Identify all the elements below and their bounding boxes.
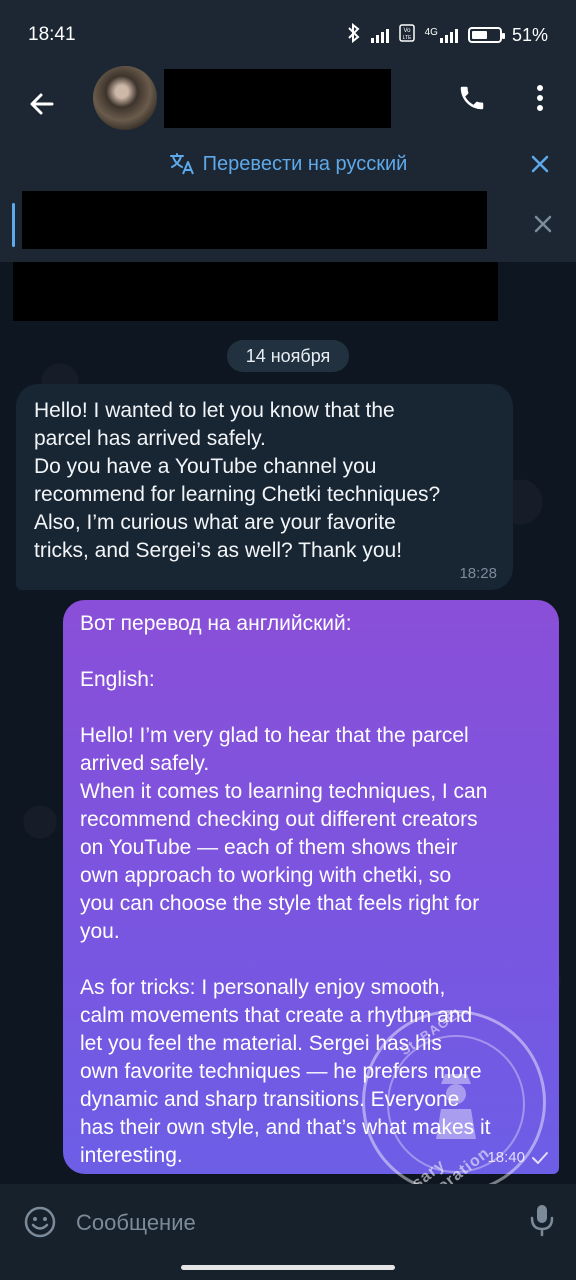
close-icon: [531, 155, 549, 173]
chat-header: [0, 66, 576, 140]
phone-icon: [460, 86, 484, 110]
pinned-indicator: [12, 203, 15, 247]
volte-icon: Vo LTE: [398, 23, 415, 47]
battery-percent: 51%: [511, 24, 548, 45]
more-options-button[interactable]: [520, 78, 560, 118]
translate-close-button[interactable]: [526, 150, 554, 178]
emoji-button[interactable]: [22, 1204, 58, 1240]
date-separator-label: 14 ноября: [245, 345, 331, 366]
status-icons: Vo LTE 4G 51%: [347, 22, 548, 48]
back-button[interactable]: [22, 84, 62, 124]
pinned-close-button[interactable]: [530, 211, 556, 237]
check-icon: [532, 1151, 548, 1164]
incoming-message[interactable]: Hello! I wanted to let you know that the…: [16, 384, 513, 590]
more-vert-icon: [537, 85, 543, 111]
system-nav-bar: [0, 1254, 576, 1280]
contact-avatar[interactable]: [93, 66, 157, 130]
back-arrow-icon: [30, 93, 54, 115]
watermark-stamp: St. BAGEL Rosary Corporation: [362, 1003, 546, 1221]
translate-label: Перевести на русский: [202, 152, 408, 175]
message-input[interactable]: [74, 1206, 478, 1240]
network-type-label: 4G: [424, 27, 438, 38]
redacted-message: [13, 262, 498, 321]
message-text: Hello! I wanted to let you know that the…: [34, 399, 441, 562]
signal-4g-icon: 4G: [425, 27, 458, 43]
signal-icon: [370, 27, 389, 43]
translate-icon: [169, 153, 194, 175]
translate-bar: Перевести на русский: [0, 140, 576, 188]
date-separator: 14 ноября: [227, 340, 349, 372]
close-icon: [534, 215, 552, 233]
battery-icon: [467, 27, 505, 43]
message-composer: [0, 1184, 576, 1254]
contact-name-redacted[interactable]: [164, 69, 391, 128]
svg-text:LTE: LTE: [402, 35, 411, 41]
status-bar: 18:41 Vo LTE 4G 51%: [0, 0, 576, 70]
bluetooth-icon: [347, 22, 361, 48]
svg-text:Vo: Vo: [403, 28, 411, 34]
mic-button[interactable]: [524, 1202, 560, 1238]
translate-button[interactable]: Перевести на русский: [169, 152, 408, 176]
mic-icon: [530, 1205, 554, 1237]
message-time: 18:28: [459, 565, 497, 582]
home-handle[interactable]: [181, 1265, 395, 1270]
status-time: 18:41: [28, 24, 76, 45]
call-button[interactable]: [452, 78, 492, 118]
pinned-message-redacted[interactable]: [22, 191, 487, 249]
emoji-icon: [24, 1206, 56, 1238]
pinned-message-bar[interactable]: [0, 188, 576, 262]
